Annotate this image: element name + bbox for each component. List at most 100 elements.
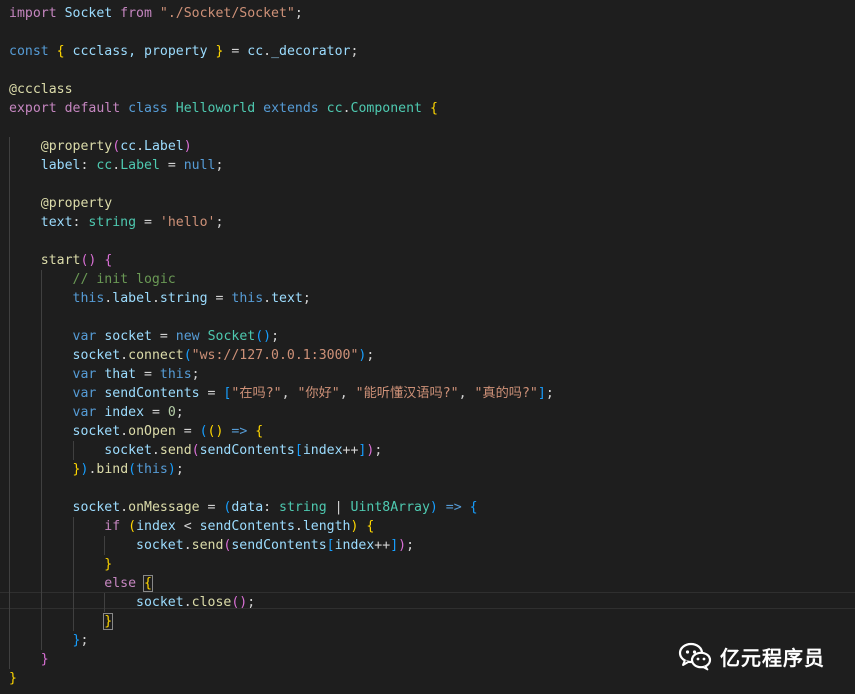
code-token: export [9, 101, 57, 116]
code-token: ] [537, 386, 546, 401]
code-editor[interactable]: import Socket from "./Socket/Socket"; con… [0, 4, 855, 694]
code-line: } [9, 669, 17, 688]
code-line: @property [9, 194, 112, 213]
code-token: label [112, 291, 152, 306]
code-token: @ccclass [9, 82, 73, 97]
code-token: ; [215, 215, 224, 230]
code-token: this [136, 462, 168, 477]
code-token: ) [398, 538, 407, 553]
code-token: that [104, 367, 137, 382]
code-token: ++ [342, 443, 359, 458]
code-token: sendContents [231, 538, 327, 553]
code-token: } [103, 613, 114, 630]
code-line: @ccclass [9, 80, 73, 99]
code-token: close [191, 595, 232, 610]
code-token: start [40, 253, 81, 268]
code-token: Uint8Array [350, 500, 430, 515]
code-token: text [40, 215, 73, 230]
code-token: cc [120, 139, 137, 154]
code-token: import [9, 6, 57, 21]
code-token: ( [128, 462, 137, 477]
code-token: connect [128, 348, 184, 363]
code-token: data [231, 500, 264, 515]
code-token: new [175, 329, 200, 344]
code-token: . [342, 101, 351, 116]
code-token: = [223, 44, 248, 59]
code-token: ; [271, 329, 280, 344]
code-token: ; [545, 386, 554, 401]
code-line: start() { [9, 251, 113, 270]
code-token: bind [96, 462, 129, 477]
code-token: index [104, 405, 145, 420]
code-token: @property [40, 196, 113, 211]
code-token: . [136, 139, 145, 154]
code-line: // init logic [9, 270, 176, 289]
code-line: else { [9, 574, 153, 593]
code-token: ; [350, 44, 359, 59]
code-line: this.label.string = this.text; [9, 289, 311, 308]
code-token: [ [326, 538, 335, 553]
code-token: socket [104, 443, 152, 458]
code-line: socket.connect("ws://127.0.0.1:3000"); [9, 346, 375, 365]
code-token: | [326, 500, 351, 515]
code-token: this [159, 367, 192, 382]
code-token: string [159, 291, 208, 306]
code-token: = [151, 329, 176, 344]
code-token: extends [263, 101, 319, 116]
code-token: if [104, 519, 121, 534]
code-token: else [104, 576, 137, 591]
code-line: }).bind(this); [9, 460, 184, 479]
code-token: . [151, 443, 160, 458]
code-token: = [175, 424, 200, 439]
code-line: }; [9, 631, 89, 650]
code-line: socket.onOpen = (() => { [9, 422, 264, 441]
code-token: . [263, 44, 272, 59]
code-line: const { ccclass, property } = cc._decora… [9, 42, 358, 61]
code-token: ; [215, 158, 224, 173]
code-token: this [231, 291, 264, 306]
code-token: var [72, 405, 97, 420]
code-token: ] [390, 538, 399, 553]
code-line: } [9, 555, 112, 574]
code-token: ) [183, 139, 192, 154]
code-token: = [199, 500, 224, 515]
code-token: = [159, 158, 184, 173]
code-token: length [302, 519, 351, 534]
code-token: // init logic [72, 272, 176, 287]
code-token: "真的吗?" [474, 386, 538, 401]
code-token: 'hello' [159, 215, 216, 230]
code-token: = [144, 405, 168, 420]
code-token: ; [406, 538, 415, 553]
code-token: ) [429, 500, 438, 515]
code-token: . [263, 291, 272, 306]
code-token: { [143, 575, 153, 592]
code-token: . [120, 348, 129, 363]
code-token: ; [191, 367, 200, 382]
code-token: from [120, 6, 152, 21]
watermark: 亿元程序员 [678, 636, 825, 676]
code-token: socket [104, 329, 152, 344]
code-token: ( [112, 139, 121, 154]
code-token: : [72, 215, 89, 230]
code-token: "你好" [297, 386, 340, 401]
code-token: cc [247, 44, 264, 59]
code-token: = [207, 291, 232, 306]
